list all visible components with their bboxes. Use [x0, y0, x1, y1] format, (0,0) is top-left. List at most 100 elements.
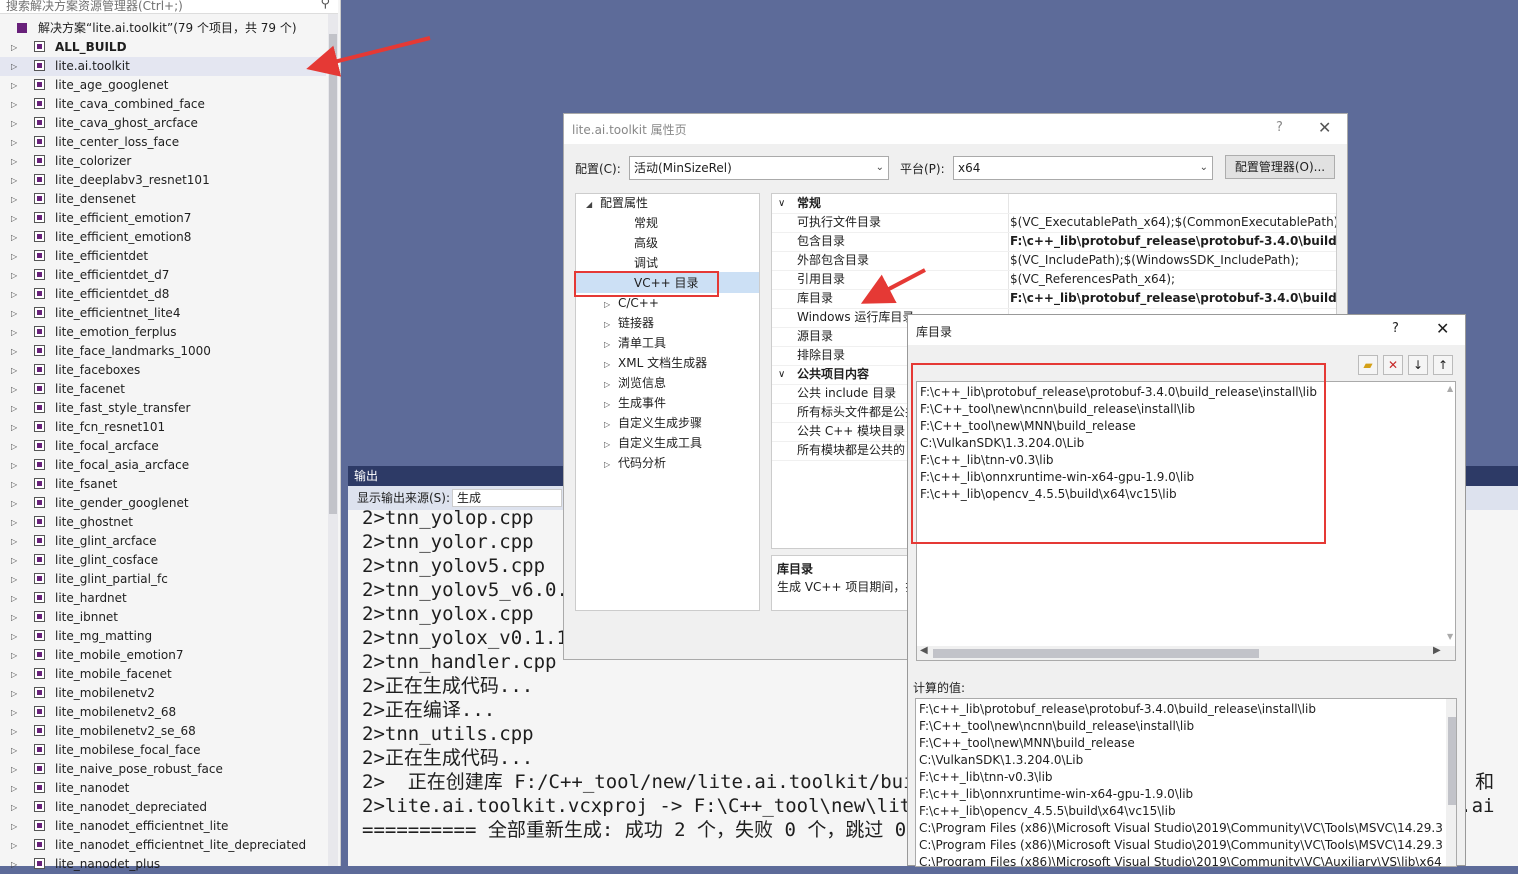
tree-item-project[interactable]: ▷ lite_mg_matting [0, 627, 326, 646]
property-value[interactable]: $(VC_IncludePath);$(WindowsSDK_IncludePa… [1010, 251, 1299, 270]
grid-property-row[interactable]: 外部包含目录 $(VC_IncludePath);$(WindowsSDK_Inc… [772, 251, 1336, 271]
expand-icon[interactable]: ▷ [11, 570, 17, 589]
new-line-button[interactable]: ▰ [1358, 355, 1378, 375]
expand-icon[interactable]: ▷ [11, 779, 17, 798]
expand-icon[interactable]: ▷ [11, 475, 17, 494]
expand-icon[interactable]: ▷ [11, 38, 17, 57]
expand-icon[interactable]: ▷ [11, 437, 17, 456]
expand-icon[interactable]: ▷ [11, 608, 17, 627]
scroll-up-icon[interactable]: ▲ [1447, 384, 1453, 393]
tree-item-project[interactable]: ▷ lite_hardnet [0, 589, 326, 608]
close-button[interactable]: ✕ [1318, 118, 1331, 137]
tree-item-project[interactable]: ▷ lite_glint_cosface [0, 551, 326, 570]
tree-item-project[interactable]: ▷ lite_glint_partial_fc [0, 570, 326, 589]
expand-icon[interactable]: ▷ [11, 361, 17, 380]
expand-icon[interactable]: ▷ [11, 456, 17, 475]
expand-icon[interactable]: ▷ [11, 646, 17, 665]
expand-icon[interactable]: ▷ [11, 760, 17, 779]
search-icon[interactable]: ⚲ [320, 0, 330, 10]
expand-icon[interactable]: ▷ [11, 532, 17, 551]
expand-icon[interactable]: ▷ [11, 836, 17, 855]
config-manager-button[interactable]: 配置管理器(O)... [1225, 155, 1335, 179]
platform-select[interactable]: x64 ⌄ [953, 156, 1213, 180]
tree-item-project[interactable]: ▷ lite_ibnnet [0, 608, 326, 627]
tree-item-project[interactable]: ▷ lite_efficientdet [0, 247, 326, 266]
expand-icon[interactable]: ▷ [11, 589, 17, 608]
tree-item-project[interactable]: ▷ lite_mobilese_focal_face [0, 741, 326, 760]
tree-item-project[interactable]: ▷ lite_mobilenetv2_se_68 [0, 722, 326, 741]
config-select[interactable]: 活动(MinSizeRel) ⌄ [629, 156, 889, 180]
expand-icon[interactable]: ▷ [11, 399, 17, 418]
nav-item[interactable]: 常规 [620, 213, 658, 233]
tree-item-project[interactable]: ▷ lite_deeplabv3_resnet101 [0, 171, 326, 190]
expand-icon[interactable]: ▷ [11, 323, 17, 342]
scroll-right-icon[interactable]: ▶ [1433, 645, 1441, 656]
move-down-button[interactable]: ↓ [1408, 355, 1428, 375]
tree-item-project[interactable]: ▷ lite_ghostnet [0, 513, 326, 532]
nav-item[interactable]: ▷ 清单工具 [604, 333, 666, 353]
grid-section[interactable]: ∨ 常规 [772, 194, 1336, 214]
tree-item-project[interactable]: ▷ lite_face_landmarks_1000 [0, 342, 326, 361]
tree-item-project[interactable]: ▷ lite_cava_combined_face [0, 95, 326, 114]
tree-item-project[interactable]: ▷ lite_efficientdet_d7 [0, 266, 326, 285]
tree-item-project[interactable]: ▷ lite_colorizer [0, 152, 326, 171]
nav-item[interactable]: 高级 [620, 233, 658, 253]
solution-node[interactable]: 解决方案“lite.ai.toolkit”(79 个项目，共 79 个) [0, 19, 326, 38]
tree-item-project[interactable]: ▷ lite_densenet [0, 190, 326, 209]
delete-line-button[interactable]: ✕ [1383, 355, 1403, 375]
expand-icon[interactable]: ▷ [11, 513, 17, 532]
tree-item-project[interactable]: ▷ lite_mobile_emotion7 [0, 646, 326, 665]
property-value[interactable]: F:\c++_lib\protobuf_release\protobuf-3.4… [1010, 232, 1336, 251]
tree-item-project[interactable]: ▷ lite_nanodet_depreciated [0, 798, 326, 817]
tree-item-project[interactable]: ▷ lite_age_googlenet [0, 76, 326, 95]
scroll-down-icon[interactable]: ▼ [1447, 632, 1453, 641]
vertical-scrollbar[interactable] [1446, 699, 1456, 866]
scrollbar-thumb[interactable] [329, 34, 337, 514]
expand-icon[interactable]: ▷ [11, 247, 17, 266]
horizontal-scrollbar[interactable]: ◀ ▶ [917, 645, 1455, 660]
tree-item-project[interactable]: ▷ lite_glint_arcface [0, 532, 326, 551]
expand-icon[interactable]: ▷ [11, 304, 17, 323]
expand-icon[interactable]: ▷ [11, 152, 17, 171]
expand-icon[interactable]: ▷ [11, 855, 17, 874]
move-up-button[interactable]: ↑ [1433, 355, 1453, 375]
property-value[interactable]: $(VC_ExecutablePath_x64);$(CommonExecuta… [1010, 213, 1336, 232]
tree-item-project[interactable]: ▷ lite.ai.toolkit [0, 57, 326, 76]
scrollbar-thumb[interactable] [933, 649, 1259, 658]
expand-icon[interactable]: ▷ [11, 722, 17, 741]
close-button[interactable]: ✕ [1436, 319, 1449, 338]
tree-item-project[interactable]: ▷ lite_nanodet [0, 779, 326, 798]
expand-icon[interactable]: ▷ [11, 703, 17, 722]
grid-property-row[interactable]: 可执行文件目录 $(VC_ExecutablePath_x64);$(Common… [772, 213, 1336, 233]
tree-item-project[interactable]: ▷ lite_efficientdet_d8 [0, 285, 326, 304]
expand-icon[interactable]: ▷ [11, 817, 17, 836]
expand-icon[interactable]: ▷ [11, 228, 17, 247]
expand-icon[interactable]: ▷ [11, 57, 17, 76]
expand-icon[interactable]: ▷ [11, 171, 17, 190]
expand-icon[interactable]: ▷ [11, 798, 17, 817]
expand-icon[interactable]: ▷ [11, 76, 17, 95]
expand-icon[interactable]: ▷ [11, 741, 17, 760]
tree-item-project[interactable]: ▷ lite_mobilenetv2 [0, 684, 326, 703]
expand-icon[interactable]: ▷ [11, 494, 17, 513]
grid-property-row[interactable]: 库目录 F:\c++_lib\protobuf_release\protobuf-… [772, 289, 1336, 309]
expand-icon[interactable]: ▷ [11, 380, 17, 399]
nav-item[interactable]: ▷ 自定义生成工具 [604, 433, 702, 453]
help-button[interactable]: ? [1276, 120, 1283, 135]
scrollbar-thumb[interactable] [1448, 717, 1456, 805]
expand-icon[interactable]: ▷ [11, 665, 17, 684]
expand-icon[interactable]: ▷ [11, 342, 17, 361]
nav-item[interactable]: ▷ 代码分析 [604, 453, 666, 473]
solution-search-input[interactable]: 搜索解决方案资源管理器(Ctrl+;) ⚲ [0, 0, 338, 14]
tree-item-project[interactable]: ▷ lite_nanodet_plus [0, 855, 326, 874]
expand-icon[interactable]: ▷ [11, 684, 17, 703]
nav-item[interactable]: 调试 [620, 253, 658, 273]
help-button[interactable]: ? [1392, 321, 1399, 336]
output-source-select[interactable]: 生成 [452, 489, 562, 507]
tree-item-project[interactable]: ▷ lite_faceboxes [0, 361, 326, 380]
tree-item-project[interactable]: ▷ lite_emotion_ferplus [0, 323, 326, 342]
tree-item-project[interactable]: ▷ ALL_BUILD [0, 38, 326, 57]
nav-item[interactable]: ▷ XML 文档生成器 [604, 353, 707, 373]
nav-item[interactable]: ▷ 自定义生成步骤 [604, 413, 702, 433]
nav-item[interactable]: ▷ 浏览信息 [604, 373, 666, 393]
